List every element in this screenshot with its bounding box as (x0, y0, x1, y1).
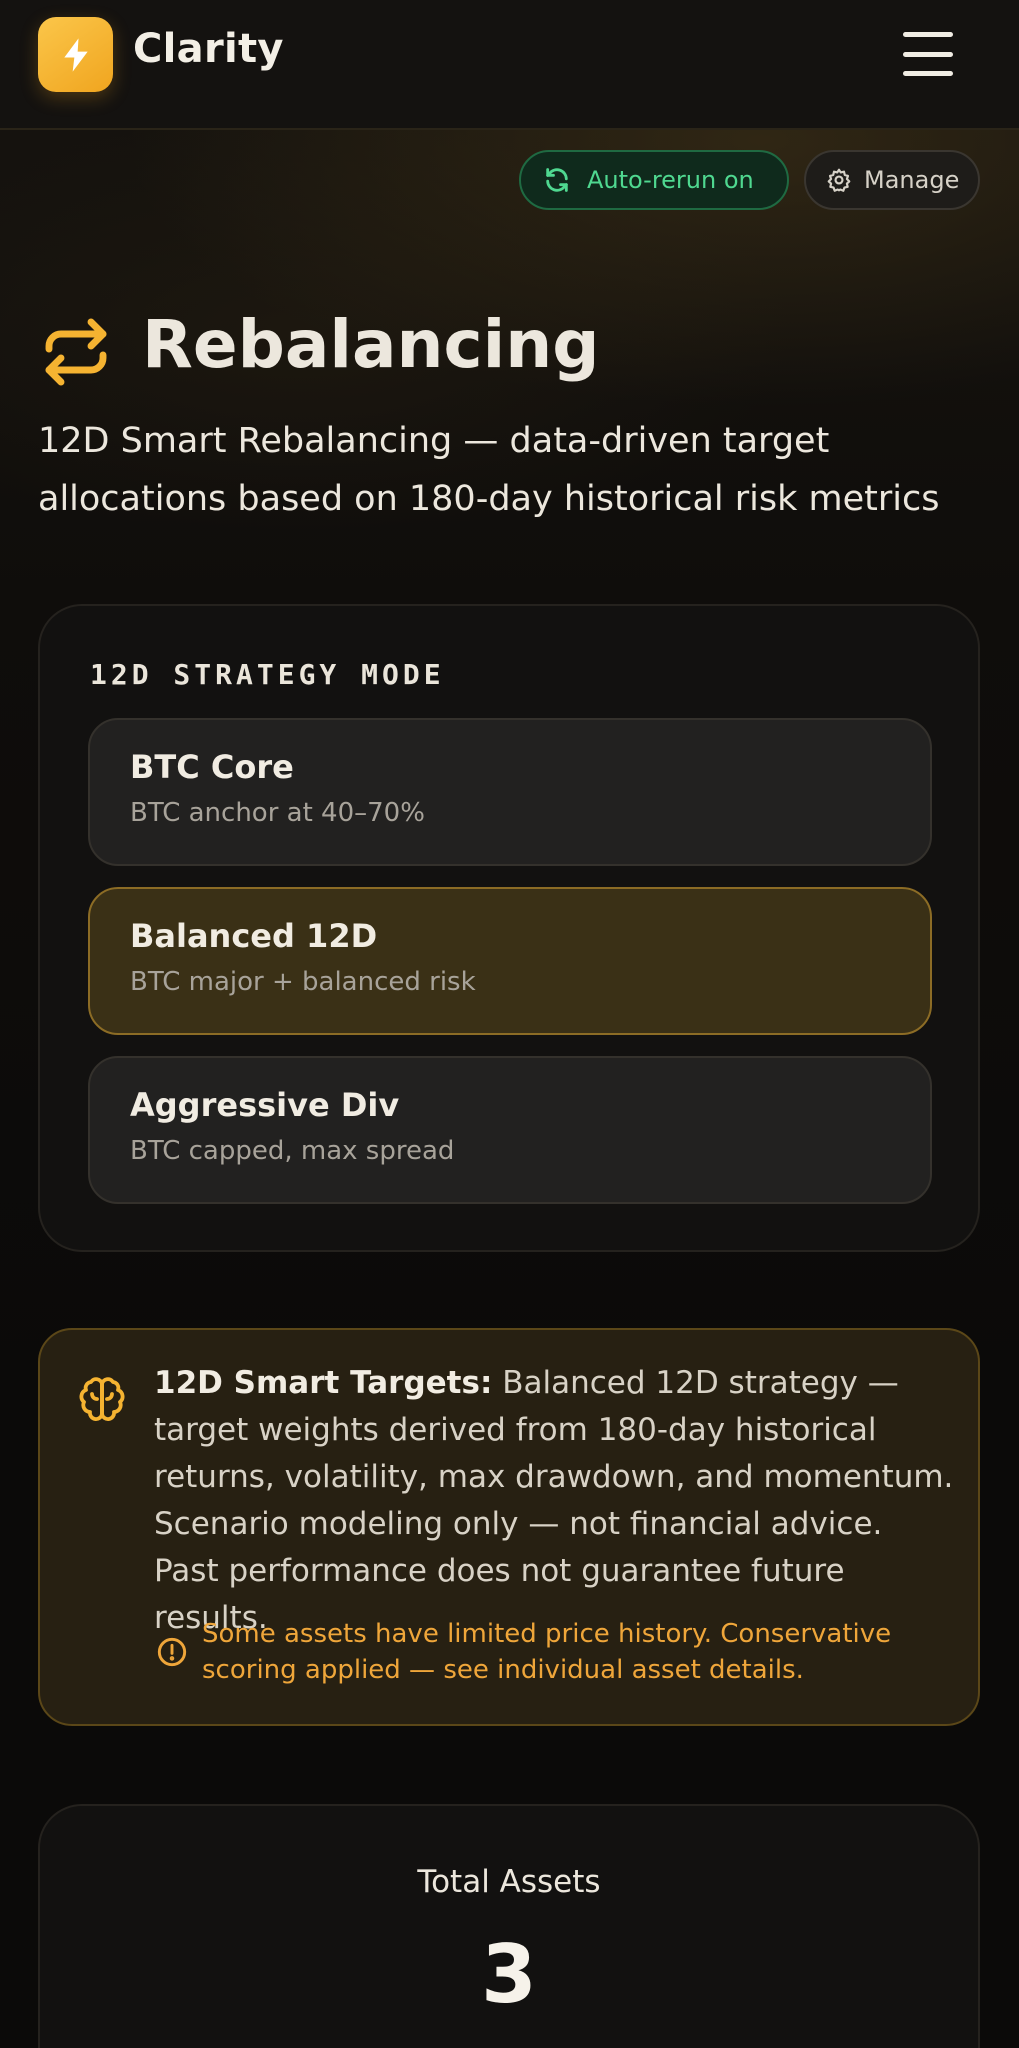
app-logo[interactable] (38, 17, 113, 92)
page-subtitle: 12D Smart Rebalancing — data-driven targ… (38, 421, 940, 519)
info-text: 12D Smart Targets: Balanced 12D strategy… (154, 1360, 954, 1642)
strategy-option-balanced-12d[interactable]: Balanced 12D BTC major + balanced risk (88, 887, 932, 1035)
top-bar: Clarity (0, 0, 1019, 130)
strategy-option-description: BTC capped, max spread (130, 1136, 455, 1166)
strategy-option-description: BTC anchor at 40–70% (130, 798, 425, 828)
alert-circle-icon (157, 1637, 187, 1667)
manage-button[interactable]: Manage (804, 150, 980, 210)
auto-rerun-toggle[interactable]: Auto-rerun on (519, 150, 789, 210)
strategy-option-title: BTC Core (130, 748, 294, 786)
limited-history-warning: Some assets have limited price history. … (202, 1619, 892, 1685)
brain-icon (79, 1377, 125, 1421)
auto-rerun-label: Auto-rerun on (587, 166, 754, 194)
strategy-option-btc-core[interactable]: BTC Core BTC anchor at 40–70% (88, 718, 932, 866)
gear-icon (827, 168, 851, 192)
strategy-option-title: Balanced 12D (130, 917, 378, 955)
strategy-option-title: Aggressive Div (130, 1086, 400, 1124)
strategy-option-description: BTC major + balanced risk (130, 967, 476, 997)
strategy-option-aggressive-div[interactable]: Aggressive Div BTC capped, max spread (88, 1056, 932, 1204)
lightning-bolt-icon (63, 37, 88, 72)
app-name: Clarity (133, 26, 284, 72)
info-heading: 12D Smart Targets: (154, 1365, 493, 1401)
smart-targets-info-card: 12D Smart Targets: Balanced 12D strategy… (38, 1328, 980, 1726)
repeat-arrows-icon (45, 318, 107, 386)
section-label: 12D STRATEGY MODE (90, 658, 445, 691)
refresh-icon (546, 168, 568, 192)
total-assets-value: 3 (481, 1928, 537, 2021)
page-title: Rebalancing (142, 306, 600, 383)
info-body: Balanced 12D strategy — target weights d… (154, 1365, 954, 1636)
manage-label: Manage (864, 166, 960, 194)
hamburger-menu-icon[interactable] (903, 32, 953, 76)
total-assets-card: Total Assets 3 (38, 1804, 980, 2048)
total-assets-label: Total Assets (417, 1864, 601, 1900)
page: Clarity Auto-rerun on Manage Rebalancing… (0, 0, 1019, 2048)
strategy-mode-card: 12D STRATEGY MODE BTC Core BTC anchor at… (38, 604, 980, 1252)
